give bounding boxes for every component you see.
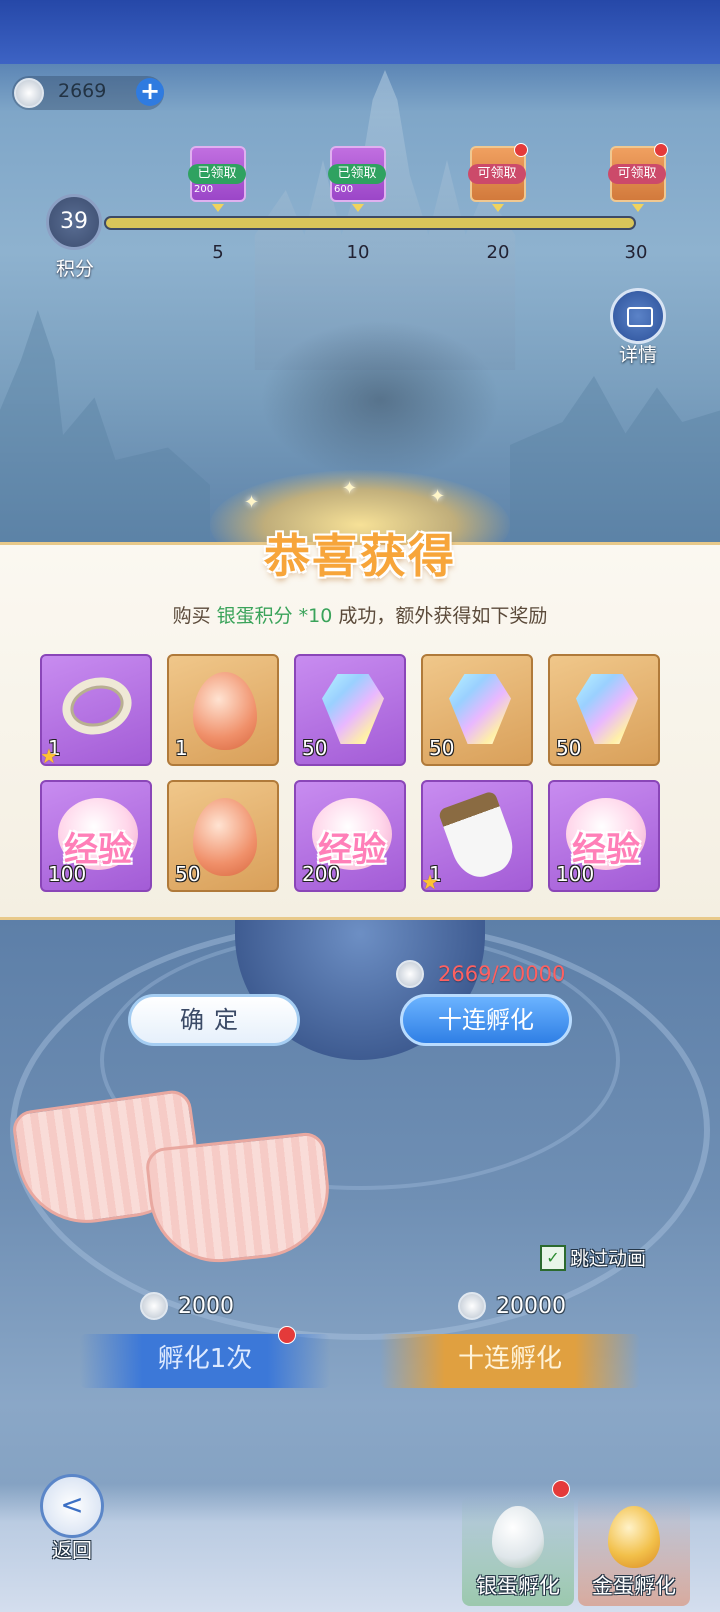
detail-label[interactable]: 详情 <box>606 340 670 367</box>
reward-quantity: 50 <box>556 736 582 760</box>
points-label: 积分 <box>55 258 94 280</box>
single-hatch-price: 2000 <box>140 1292 234 1320</box>
crystal-gem-icon <box>322 674 384 744</box>
message-prefix: 购买 <box>172 605 217 627</box>
claimed-tag: 已领取 <box>328 164 386 184</box>
checkbox-checked-icon[interactable]: ✓ <box>540 1244 566 1271</box>
reward-quantity: 100 <box>48 862 87 886</box>
reward-item[interactable]: 经验 100 <box>40 780 152 892</box>
reward-item[interactable]: 50 <box>548 654 660 766</box>
hatch-cost-row: 2669/20000 <box>396 960 565 988</box>
sparkle-icon: ✦ <box>430 486 446 507</box>
silver-egg-tab-label: 银蛋孵化 <box>476 1574 560 1598</box>
milestone-pointer-icon <box>352 204 364 212</box>
reward-item[interactable]: 50 <box>294 654 406 766</box>
message-suffix: 成功，额外获得如下奖励 <box>332 605 548 627</box>
silver-coin-icon <box>140 1292 168 1320</box>
claw-glove-icon <box>437 790 521 884</box>
reward-quantity: 1 <box>175 736 188 760</box>
skip-animation-label: 跳过动画 <box>570 1248 647 1270</box>
reward-item[interactable]: 经验 100 <box>548 780 660 892</box>
egg-icon <box>193 798 257 876</box>
detail-book-icon[interactable] <box>610 288 666 344</box>
confirm-button[interactable]: 确定 <box>128 994 300 1046</box>
claimed-tag: 已领取 <box>188 164 246 184</box>
notification-dot <box>278 1326 296 1344</box>
top-banner <box>0 0 720 64</box>
milestone-pointer-icon <box>632 204 644 212</box>
back-arrow-icon[interactable]: < <box>40 1474 104 1538</box>
back-button-label[interactable]: 返回 <box>40 1534 104 1563</box>
reward-quantity: 50 <box>175 862 201 886</box>
notification-dot <box>552 1480 570 1498</box>
notification-dot <box>654 143 668 157</box>
crystal-gem-icon <box>576 674 638 744</box>
single-hatch-price-value: 2000 <box>178 1293 234 1319</box>
milestone-threshold: 5 <box>212 242 224 263</box>
ten-hatch-button[interactable]: 十连孵化 <box>400 994 572 1046</box>
reward-quantity: 50 <box>302 736 328 760</box>
ten-hatch-price-value: 20000 <box>496 1293 566 1319</box>
reward-item[interactable]: 50 <box>167 780 279 892</box>
ring-icon <box>55 669 139 743</box>
angel-statue-illustration <box>260 320 500 480</box>
silver-egg-icon <box>492 1506 544 1568</box>
popup-title: 恭喜获得 <box>264 529 456 583</box>
reward-quantity: 200 <box>302 862 341 886</box>
milestone-threshold: 30 <box>624 242 648 263</box>
milestone-reward-amount: 600 <box>334 184 354 195</box>
message-highlight: 银蛋积分 *10 <box>216 605 333 627</box>
gold-egg-icon <box>608 1506 660 1568</box>
silver-coin-icon <box>396 960 424 988</box>
points-badge: 39 <box>46 194 102 250</box>
claimable-tag: 可领取 <box>468 164 526 184</box>
reward-grid: 1 ★ 1 50 50 50 经验 100 50 经验 200 1 ★ 经验 100 <box>40 654 680 898</box>
silver-coin-icon <box>14 78 44 108</box>
claimable-tag: 可领取 <box>608 164 666 184</box>
milestone-threshold: 10 <box>346 242 370 263</box>
reward-quantity: 100 <box>556 862 595 886</box>
reward-message: 购买 银蛋积分 *10 成功，额外获得如下奖励 <box>0 601 720 628</box>
points-progress-fill <box>106 218 634 228</box>
gold-egg-tab[interactable]: 金蛋孵化 <box>578 1496 690 1606</box>
crystal-gem-icon <box>449 674 511 744</box>
hatch-ten-button[interactable]: 十连孵化 <box>380 1334 640 1388</box>
milestone-pointer-icon <box>212 204 224 212</box>
milestone-pointer-icon <box>492 204 504 212</box>
hatch-cost-value: 2669/20000 <box>438 962 566 986</box>
currency-amount: 2669 <box>58 80 107 102</box>
reward-item[interactable]: 1 <box>167 654 279 766</box>
egg-icon <box>193 672 257 750</box>
reward-item[interactable]: 1 ★ <box>421 780 533 892</box>
reward-item[interactable]: 1 ★ <box>40 654 152 766</box>
sparkle-icon: ✦ <box>342 478 358 499</box>
milestone-threshold: 20 <box>486 242 510 263</box>
silver-egg-tab[interactable]: 银蛋孵化 <box>462 1496 574 1606</box>
reward-quantity: 50 <box>429 736 455 760</box>
sparkle-icon: ✦ <box>244 492 260 513</box>
add-currency-button[interactable]: + <box>136 78 164 106</box>
reward-item[interactable]: 经验 200 <box>294 780 406 892</box>
reward-item[interactable]: 50 <box>421 654 533 766</box>
skip-animation-toggle[interactable]: ✓ 跳过动画 <box>540 1244 646 1271</box>
gold-egg-tab-label: 金蛋孵化 <box>592 1574 676 1598</box>
star-icon: ★ <box>40 744 58 766</box>
ten-hatch-price: 20000 <box>458 1292 566 1320</box>
milestone-reward-amount: 200 <box>194 184 214 195</box>
notification-dot <box>514 143 528 157</box>
silver-coin-icon <box>458 1292 486 1320</box>
star-icon: ★ <box>421 870 439 892</box>
